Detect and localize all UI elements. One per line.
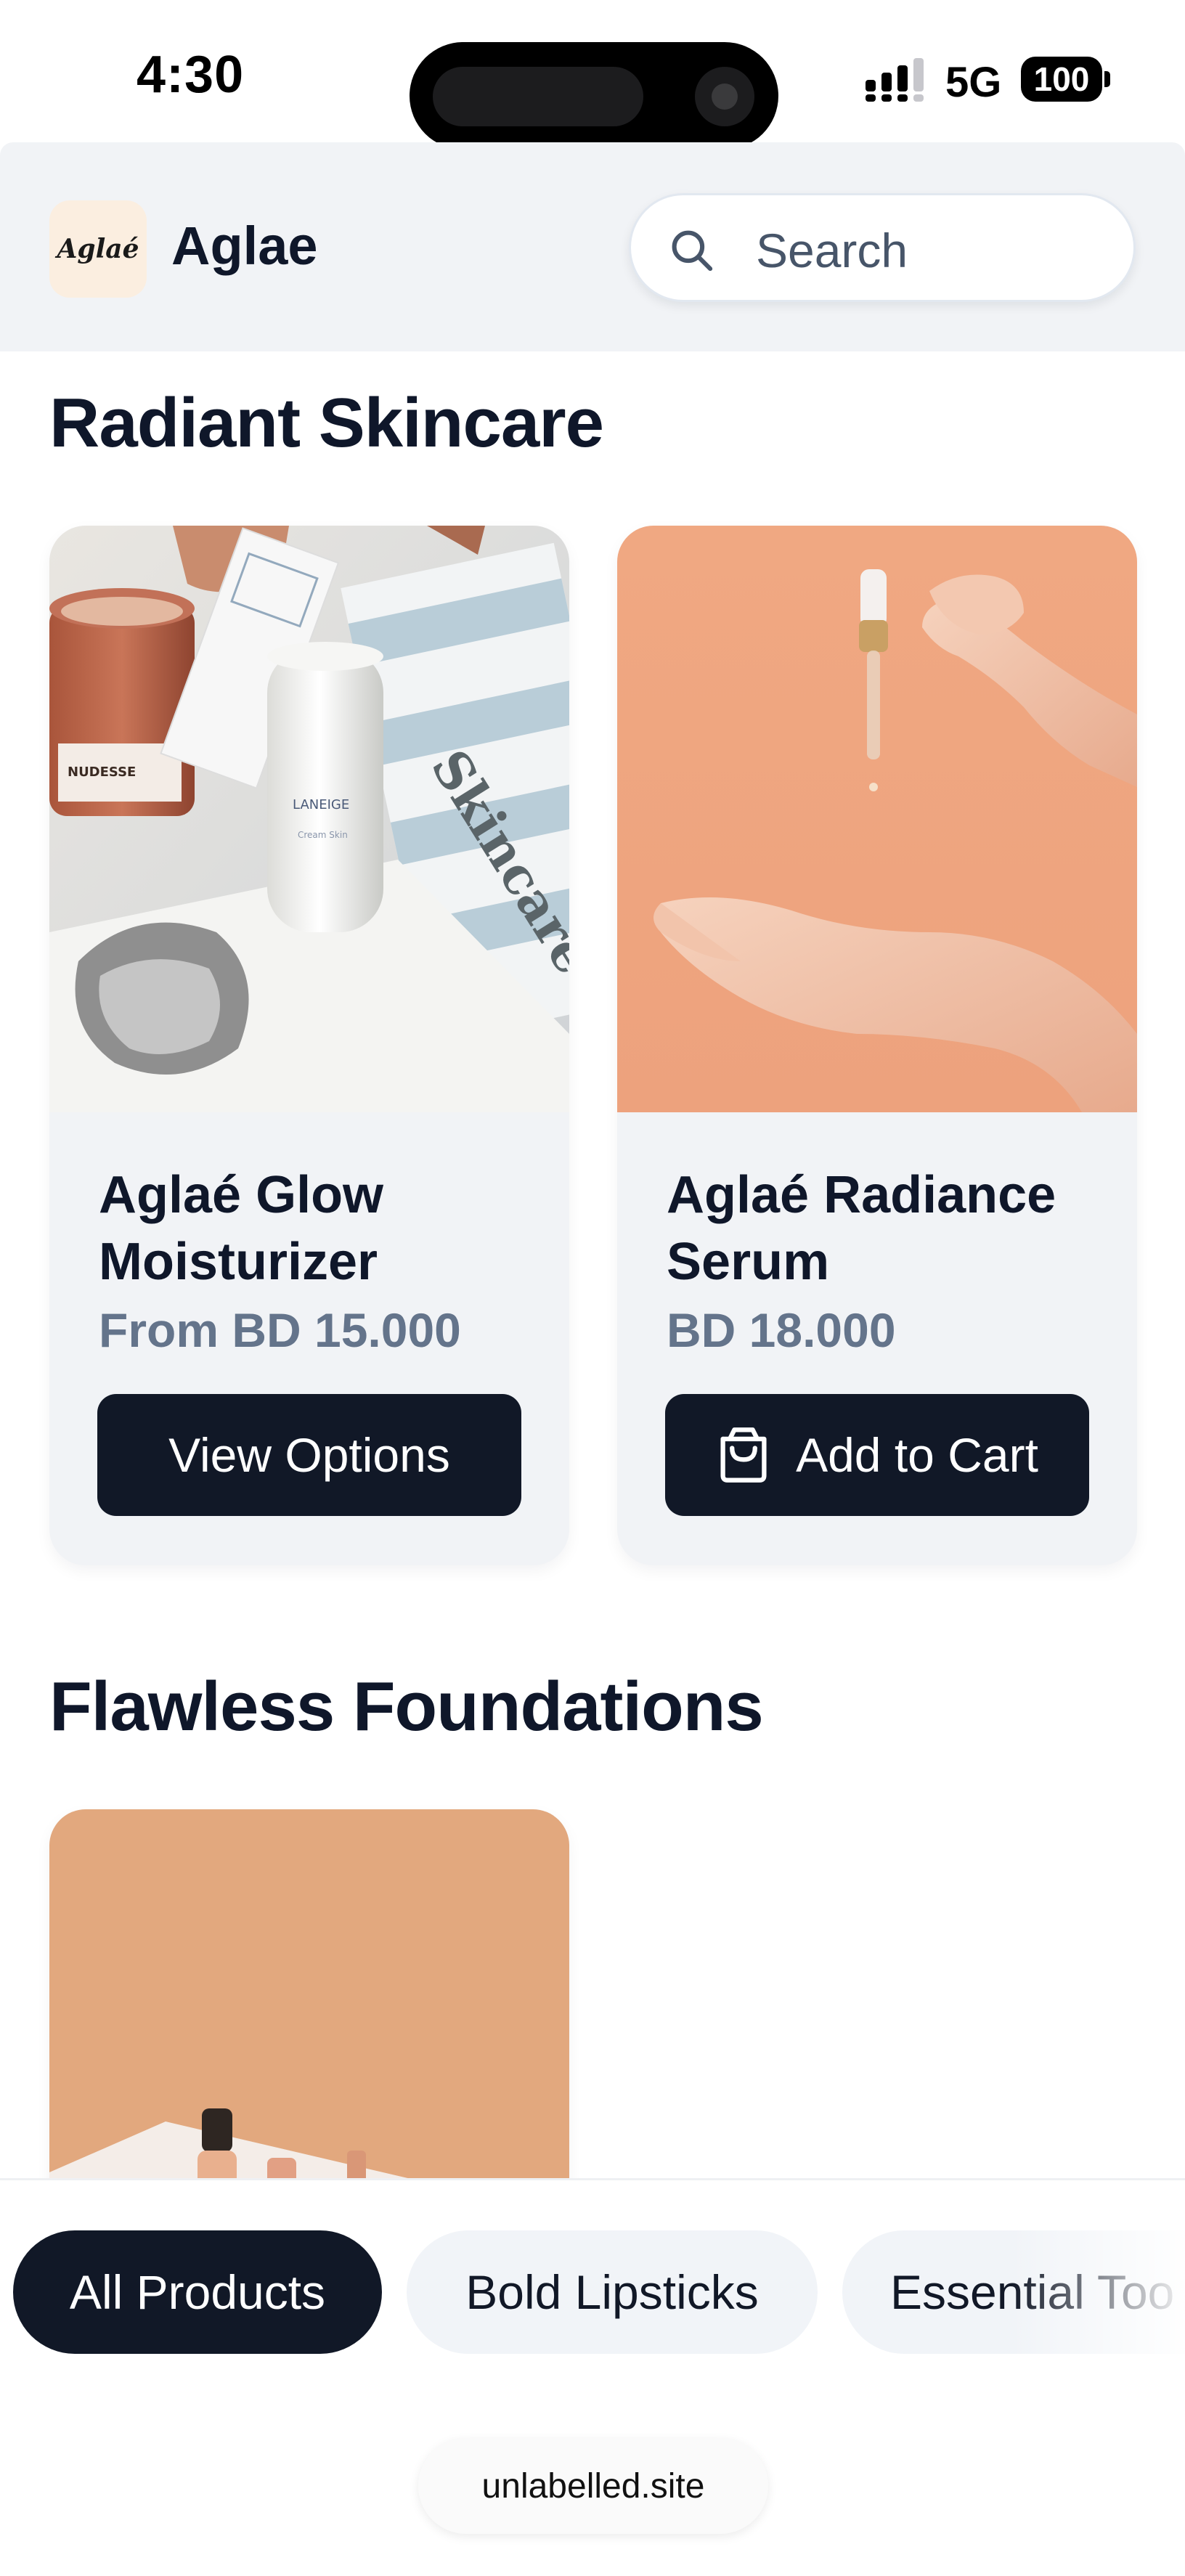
chips-fade: [1011, 2222, 1185, 2367]
status-time: 4:30: [137, 46, 245, 104]
product-name[interactable]: Aglaé Radiance Serum: [667, 1162, 1102, 1295]
section-title-flawless-foundations: Flawless Foundations: [49, 1668, 764, 1745]
status-bar: 4:30 5G 100: [0, 0, 1185, 150]
view-options-button[interactable]: View Options: [97, 1394, 521, 1516]
add-to-cart-button[interactable]: Add to Cart: [665, 1394, 1089, 1516]
signal-icon: [866, 58, 924, 102]
camera-icon: [695, 67, 754, 126]
svg-text:NUDESSE: NUDESSE: [68, 765, 136, 780]
brand-name[interactable]: Aglae: [171, 215, 318, 277]
section-title-radiant-skincare: Radiant Skincare: [49, 384, 604, 462]
brand-logo[interactable]: Aglaé: [49, 200, 147, 298]
search-icon: [672, 230, 713, 272]
island-sensor: [433, 67, 643, 126]
chip-bold-lipsticks[interactable]: Bold Lipsticks: [407, 2230, 818, 2354]
search-input[interactable]: Search: [629, 193, 1136, 302]
browser-url-bar[interactable]: unlabelled.site: [418, 2438, 768, 2534]
button-label: Add to Cart: [796, 1428, 1038, 1482]
product-image-moisturizer[interactable]: Skincare NUDESSE LANEIGE Cream Skin: [49, 526, 569, 1112]
product-name[interactable]: Aglaé Glow Moisturizer: [99, 1162, 534, 1295]
product-price: From BD 15.000: [99, 1303, 461, 1357]
svg-text:LANEIGE: LANEIGE: [293, 797, 349, 812]
battery-icon: 100: [1021, 57, 1102, 102]
product-image-serum[interactable]: [617, 526, 1137, 1112]
shopping-bag-icon: [720, 1427, 767, 1483]
battery-tip: [1104, 71, 1110, 87]
button-label: View Options: [168, 1428, 450, 1482]
app-header: Aglaé Aglae Search: [0, 142, 1185, 351]
chip-all-products[interactable]: All Products: [13, 2230, 382, 2354]
category-chips: All Products Bold Lipsticks Essential To…: [0, 2230, 1185, 2354]
svg-text:Cream Skin: Cream Skin: [298, 830, 348, 840]
search-placeholder: Search: [756, 224, 908, 277]
product-price: BD 18.000: [667, 1303, 896, 1357]
network-label: 5G: [945, 59, 1002, 106]
page: 4:30 5G 100 Aglaé Aglae Search Radiant S…: [0, 0, 1185, 2576]
product-card-radiance-serum[interactable]: Aglaé Radiance Serum BD 18.000 Add to Ca…: [617, 526, 1137, 1565]
product-card-glow-moisturizer[interactable]: Skincare NUDESSE LANEIGE Cream Skin Agla…: [49, 526, 569, 1565]
dynamic-island: [410, 42, 778, 150]
